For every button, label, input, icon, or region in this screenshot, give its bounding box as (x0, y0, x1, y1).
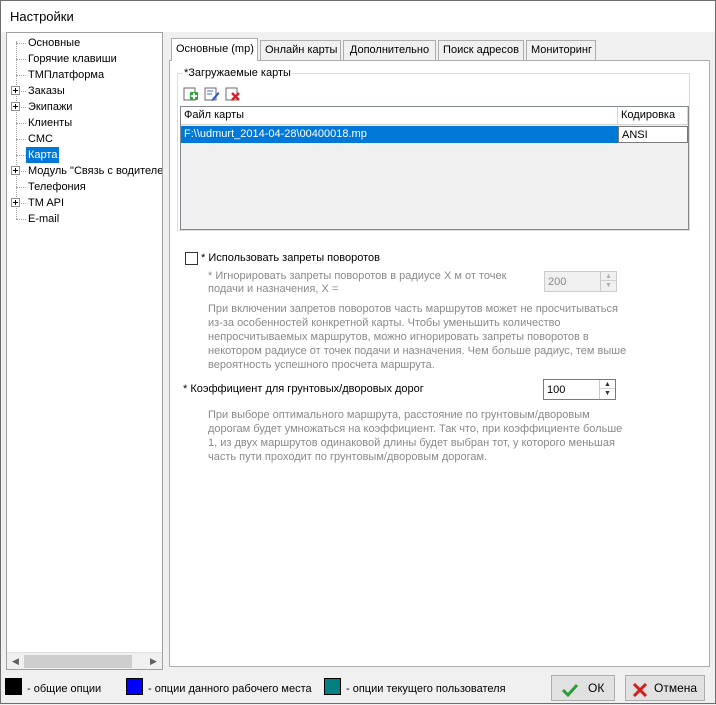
spin-down-icon[interactable]: ▼ (600, 389, 615, 398)
help-line: При включении запретов поворотов часть м… (208, 303, 618, 315)
legend-label-workstation: - опции данного рабочего места (148, 683, 312, 695)
tree-item-label: СМС (28, 133, 53, 145)
use-turn-restrictions-label: * Использовать запреты поворотов (201, 252, 380, 264)
tab-control: Основные (mp) Онлайн карты Дополнительно… (169, 38, 710, 667)
cell-map-file[interactable]: F:\\udmurt_2014-04-28\00400018.mp (181, 126, 618, 143)
ignore-radius-label-line2: подачи и назначения, X = (208, 283, 339, 295)
coefficient-spinner[interactable]: 100 ▲ ▼ (543, 379, 616, 400)
help-line: часть пути проходит по грунтовым/дворовы… (208, 451, 488, 463)
coefficient-help: При выборе оптимального маршрута, рассто… (208, 408, 622, 464)
cancel-button-label: Отмена (654, 681, 698, 695)
loaded-maps-legend: *Загружаемые карты (183, 67, 292, 79)
spin-up-icon[interactable]: ▲ (600, 380, 615, 389)
tree-connector (16, 75, 26, 76)
tree-item-label: Клиенты (28, 117, 73, 129)
legend-swatch-workstation (126, 678, 143, 695)
tree-item-label: Телефония (28, 181, 86, 193)
tab-monitoring[interactable]: Мониторинг (526, 40, 596, 60)
tree-connector (21, 203, 26, 204)
tree-item-label: Модуль "Связь с водителе (28, 165, 163, 177)
tree-connector (16, 43, 26, 44)
tree-connector (16, 219, 26, 220)
tree-connector (16, 59, 26, 60)
tree-item-label: Горячие клавиши (28, 53, 117, 65)
tree-connector (21, 107, 26, 108)
ok-button-label: ОК (588, 681, 605, 695)
legend-label-user: - опции текущего пользователя (346, 683, 506, 695)
tree-item-label: TM API (28, 197, 65, 209)
tree-connector (16, 123, 26, 124)
tab-main-mp[interactable]: Основные (mp) (171, 38, 258, 61)
spin-down-icon[interactable]: ▼ (601, 281, 616, 290)
tree-item-label: Экипажи (28, 101, 73, 113)
use-turn-restrictions-checkbox[interactable] (185, 252, 198, 265)
help-line: вероятность успешного просчета маршрута. (208, 359, 435, 371)
help-line: непросчитываемых маршрутов, можно игнори… (208, 331, 589, 343)
tab-address-search[interactable]: Поиск адресов (438, 40, 524, 60)
tree-item-label: E-mail (28, 213, 60, 225)
tree-item-label: Основные (28, 37, 81, 49)
tree-connector-line (16, 41, 17, 219)
add-icon[interactable] (183, 86, 199, 102)
expand-plus-icon[interactable] (11, 198, 20, 207)
column-header-file[interactable]: Файл карты (181, 107, 618, 125)
help-line: При выборе оптимального маршрута, рассто… (208, 409, 590, 421)
expand-plus-icon[interactable] (11, 102, 20, 111)
legend-swatch-common (5, 678, 22, 695)
ignore-radius-spinner[interactable]: 200 ▲ ▼ (544, 271, 617, 292)
scroll-thumb[interactable] (24, 655, 132, 668)
maps-grid[interactable]: Файл карты Кодировка F:\\udmurt_2014-04-… (180, 106, 689, 230)
expand-plus-icon[interactable] (11, 166, 20, 175)
turn-restrictions-help: При включении запретов поворотов часть м… (208, 302, 626, 372)
help-line: из-за особенностей конкретной карты. Что… (208, 317, 561, 329)
tree-connector (16, 139, 26, 140)
ignore-radius-label-line1: * Игнорировать запреты поворотов в радиу… (208, 270, 507, 282)
settings-window: Настройки Основные Горячие клавиши ТМПлатф… (0, 0, 716, 704)
tree-connector (16, 155, 26, 156)
coefficient-value: 100 (547, 384, 566, 396)
tab-panel-main: *Загружаемые карты Файл карты Кодировка … (169, 60, 710, 667)
legend-label-common: - общие опции (27, 683, 102, 695)
delete-icon[interactable] (225, 86, 241, 102)
legend-swatch-user (324, 678, 341, 695)
cancel-button[interactable]: Отмена (625, 675, 705, 701)
column-header-encoding[interactable]: Кодировка (618, 107, 688, 125)
help-line: дорогам будет умножаться на коэффициент.… (208, 423, 623, 435)
ignore-radius-value: 200 (548, 276, 567, 288)
tree-item-label: Заказы (28, 85, 65, 97)
window-title: Настройки (10, 9, 74, 24)
cancel-x-icon (632, 681, 648, 705)
scroll-left-icon[interactable]: ◀ (7, 653, 24, 669)
expand-plus-icon[interactable] (11, 86, 20, 95)
help-line: некотором радиусе от точек подачи и назн… (208, 345, 627, 357)
tree-connector (21, 171, 26, 172)
tree-connector (16, 187, 26, 188)
settings-tree[interactable]: Основные Горячие клавиши ТМПлатформа Заказы… (6, 32, 163, 670)
tree-horizontal-scrollbar[interactable]: ◀ ▶ (7, 652, 162, 669)
checkmark-icon (561, 681, 579, 705)
cell-encoding[interactable]: ANSI (618, 126, 688, 143)
edit-icon[interactable] (204, 86, 220, 102)
loaded-maps-group: *Загружаемые карты Файл карты Кодировка … (177, 67, 690, 231)
help-line: 1, из двух маршрутов одинаковой длины бу… (208, 437, 615, 449)
spin-up-icon[interactable]: ▲ (601, 272, 616, 281)
tab-online-maps[interactable]: Онлайн карты (260, 40, 341, 60)
tab-additional[interactable]: Дополнительно (343, 40, 436, 60)
scroll-right-icon[interactable]: ▶ (145, 653, 162, 669)
ok-button[interactable]: ОК (551, 675, 615, 701)
coefficient-label: * Коэффициент для грунтовых/дворовых дор… (183, 383, 424, 395)
tree-item-label: Карта (26, 147, 60, 163)
tree-connector (21, 91, 26, 92)
title-bar: Настройки (1, 1, 715, 32)
tree-item-label: ТМПлатформа (28, 69, 105, 81)
